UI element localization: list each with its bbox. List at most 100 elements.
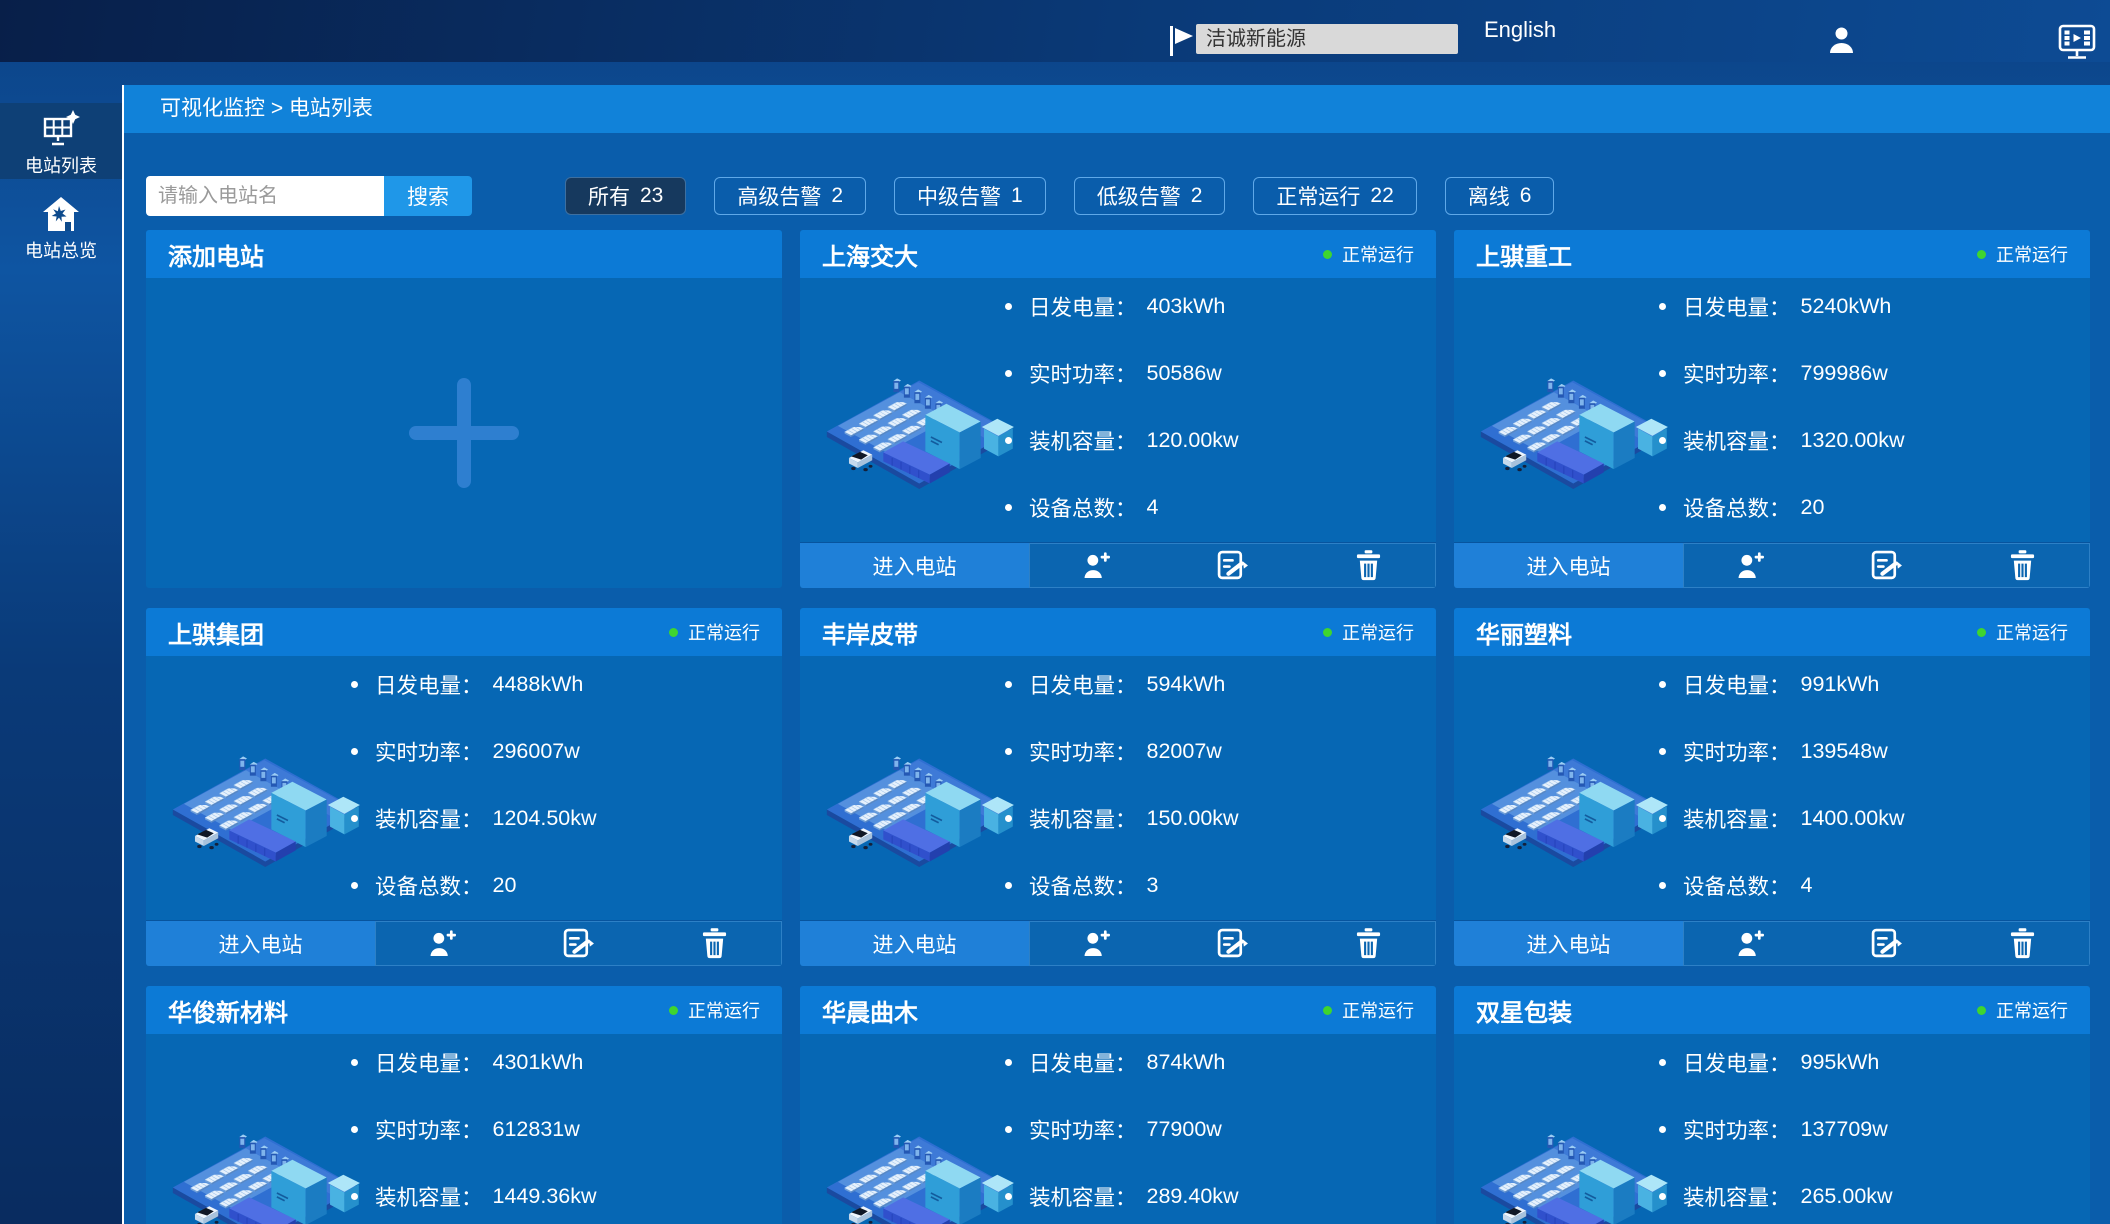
search-input[interactable] <box>146 176 384 216</box>
station-stats: 日发电量： 4301kWh 实时功率： 612831w 装机容量： 1449 <box>351 1034 768 1224</box>
station-name: 上骐集团 <box>168 615 264 650</box>
station-name: 华晨曲木 <box>822 993 918 1028</box>
filter-button[interactable]: 低级告警 2 <box>1074 177 1226 215</box>
station-card: 双星包装 正常运行 日发电量： 995kWh <box>1454 986 2090 1224</box>
status-dot-icon <box>1323 1006 1332 1015</box>
stat-label: 日发电量： <box>1029 291 1137 322</box>
stat-value: 1449.36kw <box>493 1184 597 1209</box>
stat-label: 设备总数： <box>1029 870 1137 901</box>
stat-value: 4 <box>1147 495 1159 520</box>
station-stat-row: 装机容量： 1400.00kw <box>1659 798 2076 838</box>
add-station-button[interactable] <box>146 278 782 588</box>
station-name: 上骐重工 <box>1476 237 1572 272</box>
bullet-icon <box>351 1193 358 1200</box>
company-select[interactable]: 洁诚新能源 <box>1196 24 1458 54</box>
enter-station-button[interactable]: 进入电站 <box>800 921 1029 966</box>
trash-icon <box>701 928 728 959</box>
delete-station-button[interactable] <box>1300 921 1436 966</box>
edit-station-button[interactable] <box>1165 921 1301 966</box>
station-status-badge: 正常运行 <box>1323 619 1414 645</box>
delete-station-button[interactable] <box>1954 543 2090 588</box>
language-switch[interactable]: English <box>1484 17 1556 43</box>
stat-value: 3 <box>1147 873 1159 898</box>
station-name: 上海交大 <box>822 237 918 272</box>
add-user-icon <box>1082 930 1112 957</box>
station-status-badge: 正常运行 <box>669 997 760 1023</box>
enter-station-button[interactable]: 进入电站 <box>146 921 375 966</box>
trash-icon <box>1355 550 1382 581</box>
filter-count: 1 <box>1011 184 1023 208</box>
add-user-icon <box>1736 930 1766 957</box>
enter-station-button[interactable]: 进入电站 <box>1454 921 1683 966</box>
filter-button[interactable]: 中级告警 1 <box>894 177 1046 215</box>
status-text: 正常运行 <box>688 997 760 1023</box>
search-button[interactable]: 搜索 <box>384 176 472 216</box>
station-status-badge: 正常运行 <box>1977 619 2068 645</box>
bullet-icon <box>1005 1059 1012 1066</box>
bullet-icon <box>1659 504 1666 511</box>
station-stat-row: 装机容量： 1204.50kw <box>351 798 768 838</box>
bullet-icon <box>1659 1059 1666 1066</box>
station-3d-illustration <box>1468 1100 1673 1224</box>
stat-value: 612831w <box>493 1117 580 1142</box>
stat-label: 实时功率： <box>1029 358 1137 389</box>
edit-icon <box>562 928 595 959</box>
search-toolbar: 搜索 <box>146 176 472 216</box>
edit-station-button[interactable] <box>1819 921 1955 966</box>
bullet-icon <box>1005 504 1012 511</box>
stat-label: 实时功率： <box>375 736 483 767</box>
filter-button[interactable]: 所有 23 <box>565 177 686 215</box>
edit-station-button[interactable] <box>1819 543 1955 588</box>
status-dot-icon <box>669 1006 678 1015</box>
filter-button[interactable]: 高级告警 2 <box>714 177 866 215</box>
filter-count: 2 <box>1191 184 1203 208</box>
bullet-icon <box>1659 815 1666 822</box>
station-stat-row: 日发电量： 995kWh <box>1659 1042 2076 1082</box>
edit-station-button[interactable] <box>511 921 647 966</box>
add-user-button[interactable] <box>1683 921 1819 966</box>
delete-station-button[interactable] <box>1954 921 2090 966</box>
user-icon[interactable] <box>1828 26 1855 54</box>
add-user-button[interactable] <box>375 921 511 966</box>
delete-station-button[interactable] <box>646 921 782 966</box>
bullet-icon <box>1005 303 1012 310</box>
stat-label: 设备总数： <box>1029 492 1137 523</box>
station-stat-row: 日发电量： 874kWh <box>1005 1042 1422 1082</box>
add-user-button[interactable] <box>1029 543 1165 588</box>
stat-label: 设备总数： <box>1683 870 1791 901</box>
screen-wall-icon[interactable] <box>2058 24 2096 60</box>
add-station-title: 添加电站 <box>168 237 264 272</box>
stat-label: 日发电量： <box>1683 1047 1791 1078</box>
bullet-icon <box>1005 748 1012 755</box>
stat-label: 装机容量： <box>1683 803 1791 834</box>
add-user-button[interactable] <box>1029 921 1165 966</box>
sidebar-item-station-list[interactable]: 电站列表 <box>0 103 122 179</box>
bullet-icon <box>1659 681 1666 688</box>
station-stat-row: 日发电量： 4301kWh <box>351 1042 768 1082</box>
filter-count: 22 <box>1370 184 1393 208</box>
station-stat-row: 实时功率： 296007w <box>351 731 768 771</box>
filter-button[interactable]: 正常运行 22 <box>1253 177 1416 215</box>
stat-label: 实时功率： <box>1029 1114 1137 1145</box>
sidebar-item-station-overview[interactable]: 电站总览 <box>0 188 122 264</box>
stat-label: 日发电量： <box>1683 291 1791 322</box>
station-stat-row: 日发电量： 991kWh <box>1659 664 2076 704</box>
add-user-button[interactable] <box>1683 543 1819 588</box>
bullet-icon <box>1005 882 1012 889</box>
station-card: 上骐集团 正常运行 日发电量： 4488kWh <box>146 608 782 966</box>
station-stat-row: 实时功率： 77900w <box>1005 1109 1422 1149</box>
enter-station-button[interactable]: 进入电站 <box>800 543 1029 588</box>
station-stat-row: 实时功率： 82007w <box>1005 731 1422 771</box>
stat-value: 4 <box>1801 873 1813 898</box>
edit-station-button[interactable] <box>1165 543 1301 588</box>
stat-label: 装机容量： <box>1683 1181 1791 1212</box>
status-dot-icon <box>669 628 678 637</box>
status-dot-icon <box>1977 628 1986 637</box>
enter-station-button[interactable]: 进入电站 <box>1454 543 1683 588</box>
station-name: 华丽塑料 <box>1476 615 1572 650</box>
delete-station-button[interactable] <box>1300 543 1436 588</box>
filter-button[interactable]: 离线 6 <box>1445 177 1555 215</box>
status-dot-icon <box>1977 1006 1986 1015</box>
stat-value: 150.00kw <box>1147 806 1239 831</box>
station-3d-illustration <box>814 344 1019 489</box>
